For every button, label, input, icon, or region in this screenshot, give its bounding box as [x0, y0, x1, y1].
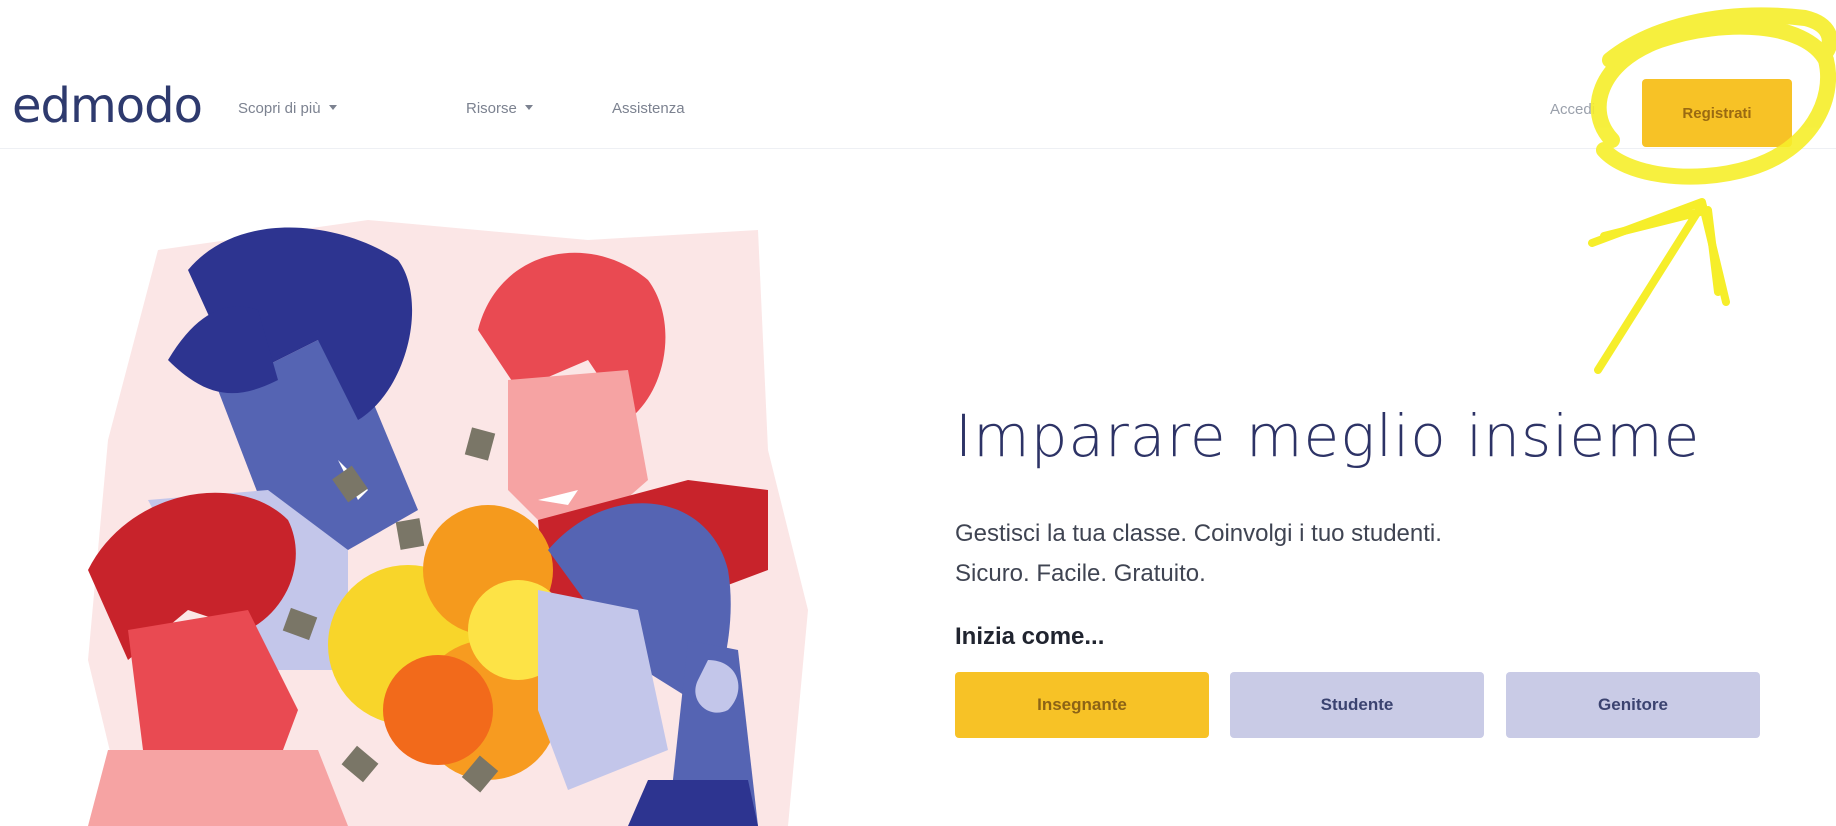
nav-support-label: Assistenza — [612, 100, 685, 117]
nav-discover-more[interactable]: Scopri di più — [238, 100, 337, 117]
nav-discover-more-label: Scopri di più — [238, 100, 321, 117]
chevron-down-icon — [328, 105, 337, 110]
start-as-label: Inizia come... — [955, 623, 1105, 650]
hero-illustration — [88, 220, 808, 826]
nav-resources[interactable]: Risorse — [466, 100, 533, 117]
hero-subtitle: Gestisci la tua classe. Coinvolgi i tuo … — [955, 514, 1442, 594]
annotation-arrow — [1588, 198, 1730, 374]
nav-resources-label: Risorse — [466, 100, 517, 117]
login-link[interactable]: Accedi — [1550, 101, 1620, 118]
hero-subtitle-line-2: Sicuro. Facile. Gratuito. — [955, 560, 1206, 587]
register-button[interactable]: Registrati — [1642, 79, 1792, 147]
chevron-down-icon — [524, 105, 533, 110]
teacher-signup-button[interactable]: Insegnante — [955, 672, 1209, 738]
hero-subtitle-line-1: Gestisci la tua classe. Coinvolgi i tuo … — [955, 520, 1442, 547]
student-signup-button[interactable]: Studente — [1230, 672, 1484, 738]
edmodo-logo[interactable]: edmodo — [12, 82, 203, 130]
top-navigation-bar: edmodo Scopri di più Risorse Assistenza … — [0, 0, 1836, 149]
parent-signup-button[interactable]: Genitore — [1506, 672, 1760, 738]
hero-title: Imparare meglio insieme — [955, 402, 1701, 470]
nav-support[interactable]: Assistenza — [612, 100, 685, 117]
